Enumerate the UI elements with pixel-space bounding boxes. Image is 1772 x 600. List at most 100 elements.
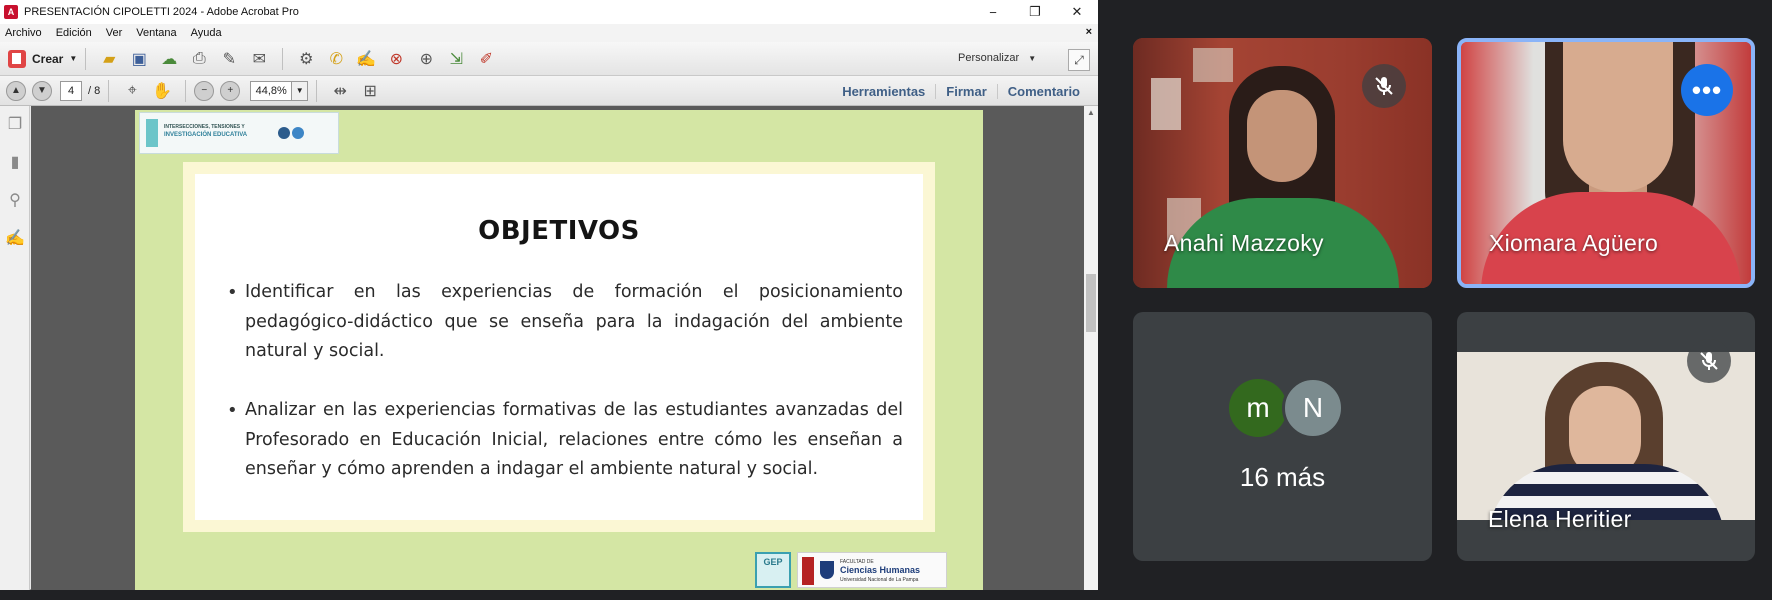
title-bar: A PRESENTACIÓN CIPOLETTI 2024 - Adobe Ac… bbox=[0, 0, 1098, 24]
email-icon[interactable]: ✉ bbox=[248, 48, 270, 70]
page-number-input[interactable]: 4 bbox=[60, 80, 82, 101]
export-icon[interactable]: ⇲ bbox=[445, 48, 467, 70]
institution-logo bbox=[278, 127, 290, 139]
university-logo: FACULTAD DE Ciencias Humanas Universidad… bbox=[797, 552, 947, 588]
crear-button[interactable]: Crear ▼ bbox=[8, 49, 78, 68]
personalizar-dropdown[interactable]: Personalizar ▼ bbox=[958, 52, 1036, 64]
logo-mark bbox=[146, 119, 158, 147]
chevron-down-icon: ▼ bbox=[1028, 54, 1037, 63]
window-controls: − ❐ ✕ bbox=[972, 0, 1098, 24]
next-page-button[interactable]: ▼ bbox=[32, 80, 52, 101]
attachment-icon[interactable]: ⚲ bbox=[0, 182, 30, 220]
folder-open-icon[interactable]: ▰ bbox=[98, 48, 120, 70]
slide-heading: OBJETIVOS bbox=[478, 216, 640, 246]
expand-icon[interactable]: ⤢ bbox=[1068, 49, 1090, 71]
zoom-level-input[interactable]: 44,8% bbox=[250, 80, 293, 101]
mic-off-icon bbox=[1362, 64, 1406, 108]
acrobat-window: A PRESENTACIÓN CIPOLETTI 2024 - Adobe Ac… bbox=[0, 0, 1098, 590]
comment-icon[interactable]: ✆ bbox=[325, 48, 347, 70]
minimize-button[interactable]: − bbox=[972, 0, 1014, 24]
university-label: Universidad Nacional de La Pampa bbox=[840, 577, 919, 583]
flame-logo bbox=[802, 557, 814, 585]
zoom-dropdown-button[interactable]: ▼ bbox=[292, 80, 309, 101]
delete-page-icon[interactable]: ⊗ bbox=[385, 48, 407, 70]
gear-icon[interactable]: ⚙ bbox=[295, 48, 317, 70]
navigation-toolbar: ▲ ▼ 4 / 8 ⌖ ✋ − + 44,8% ▼ ⇹ ⊞ Herramient… bbox=[0, 76, 1098, 106]
menu-archivo[interactable]: Archivo bbox=[5, 27, 42, 39]
participant-face bbox=[1563, 42, 1673, 192]
wall-paper bbox=[1151, 78, 1181, 130]
toolbar-divider bbox=[316, 79, 318, 102]
comentario-link[interactable]: Comentario bbox=[996, 83, 1090, 99]
scroll-up-icon[interactable]: ▲ bbox=[1084, 106, 1098, 120]
select-cursor-icon[interactable]: ⌖ bbox=[121, 80, 143, 102]
avatar: m bbox=[1229, 379, 1287, 437]
menu-edicion[interactable]: Edición bbox=[56, 27, 92, 39]
firmar-link[interactable]: Firmar bbox=[935, 83, 996, 99]
save-icon[interactable]: ▣ bbox=[128, 48, 150, 70]
cloud-icon[interactable]: ☁ bbox=[158, 48, 180, 70]
slide-frame: OBJETIVOS Identificar en las experiencia… bbox=[183, 162, 935, 532]
gep-logo: GEP bbox=[755, 552, 791, 588]
edit-icon[interactable]: ✎ bbox=[218, 48, 240, 70]
print-icon[interactable]: ⎙ bbox=[188, 48, 210, 70]
herramientas-link[interactable]: Herramientas bbox=[832, 84, 935, 99]
wall-paper bbox=[1193, 48, 1233, 82]
attach-icon[interactable]: ⊕ bbox=[415, 48, 437, 70]
fit-width-icon[interactable]: ⇹ bbox=[329, 80, 351, 102]
page-total: / 8 bbox=[88, 84, 101, 97]
window-title: PRESENTACIÓN CIPOLETTI 2024 - Adobe Acro… bbox=[24, 6, 299, 18]
acrobat-app-icon: A bbox=[4, 5, 18, 19]
fit-page-icon[interactable]: ⊞ bbox=[359, 80, 381, 102]
zoom-in-button[interactable]: + bbox=[220, 80, 241, 101]
close-window-button[interactable]: ✕ bbox=[1056, 0, 1098, 24]
vertical-scrollbar[interactable]: ▲ bbox=[1084, 106, 1098, 590]
menu-ver[interactable]: Ver bbox=[106, 27, 123, 39]
toolbar-divider bbox=[282, 47, 284, 70]
task-pane-links: Herramientas Firmar Comentario bbox=[832, 76, 1090, 106]
main-toolbar: Crear ▼ ▰ ▣ ☁ ⎙ ✎ ✉ ⚙ ✆ ✍ ⊗ ⊕ ⇲ ✐ Person… bbox=[0, 42, 1098, 76]
shield-logo bbox=[820, 561, 834, 579]
menu-ventana[interactable]: Ventana bbox=[136, 27, 176, 39]
logo-line2: INVESTIGACIÓN EDUCATIVA bbox=[164, 132, 248, 138]
participant-tile-anahi[interactable]: Anahi Mazzoky bbox=[1133, 38, 1432, 288]
participant-name: Elena Heritier bbox=[1488, 506, 1632, 532]
menu-ayuda[interactable]: Ayuda bbox=[191, 27, 222, 39]
hand-tool-icon[interactable]: ✋ bbox=[151, 80, 173, 102]
participant-name: Xiomara Agüero bbox=[1489, 230, 1659, 256]
participant-tile-elena[interactable]: Elena Heritier bbox=[1457, 312, 1755, 561]
previous-page-button[interactable]: ▲ bbox=[6, 80, 26, 101]
crear-label: Crear bbox=[32, 51, 64, 66]
slide-content-card: OBJETIVOS Identificar en las experiencia… bbox=[195, 174, 923, 520]
footer-logos: GEP FACULTAD DE Ciencias Humanas Univers… bbox=[755, 552, 971, 590]
institution-logo bbox=[292, 127, 304, 139]
toolbar-divider bbox=[185, 79, 187, 102]
toolbar-divider bbox=[85, 47, 87, 70]
bookmark-icon[interactable]: ▮ bbox=[0, 144, 30, 182]
participant-tile-xiomara[interactable]: ••• Xiomara Agüero bbox=[1457, 38, 1755, 288]
zoom-out-button[interactable]: − bbox=[194, 80, 215, 101]
chevron-down-icon: ▼ bbox=[69, 54, 78, 63]
more-options-button[interactable]: ••• bbox=[1681, 64, 1733, 116]
sign-icon[interactable]: ✐ bbox=[475, 48, 497, 70]
restore-button[interactable]: ❐ bbox=[1014, 0, 1056, 24]
personalizar-label: Personalizar bbox=[958, 52, 1020, 64]
close-document-button[interactable]: × bbox=[1086, 26, 1092, 38]
pages-icon[interactable]: ❐ bbox=[0, 106, 30, 144]
participant-name: Anahi Mazzoky bbox=[1164, 230, 1324, 256]
mic-off-icon bbox=[1687, 339, 1731, 383]
scrollbar-thumb[interactable] bbox=[1086, 274, 1096, 332]
document-area[interactable]: INTERSECCIONES, TENSIONES Y INVESTIGACIÓ… bbox=[31, 106, 1084, 590]
toolbar-divider bbox=[108, 79, 110, 102]
navigation-pane: ❐ ▮ ⚲ ✍ bbox=[0, 106, 30, 590]
signature-icon[interactable]: ✍ bbox=[0, 220, 30, 258]
stamp-icon[interactable]: ✍ bbox=[355, 48, 377, 70]
create-pdf-icon bbox=[8, 49, 26, 68]
menu-bar: Archivo Edición Ver Ventana Ayuda × bbox=[0, 24, 1098, 42]
conference-logo: INTERSECCIONES, TENSIONES Y INVESTIGACIÓ… bbox=[139, 112, 339, 154]
more-participants-label: 16 más bbox=[1239, 462, 1326, 492]
objective-bullet-2: Analizar en las experiencias formativas … bbox=[227, 396, 903, 485]
slide-page: INTERSECCIONES, TENSIONES Y INVESTIGACIÓ… bbox=[135, 110, 983, 590]
others-tile[interactable]: m N 16 más bbox=[1133, 312, 1432, 561]
faculty-label: Ciencias Humanas bbox=[840, 565, 921, 575]
